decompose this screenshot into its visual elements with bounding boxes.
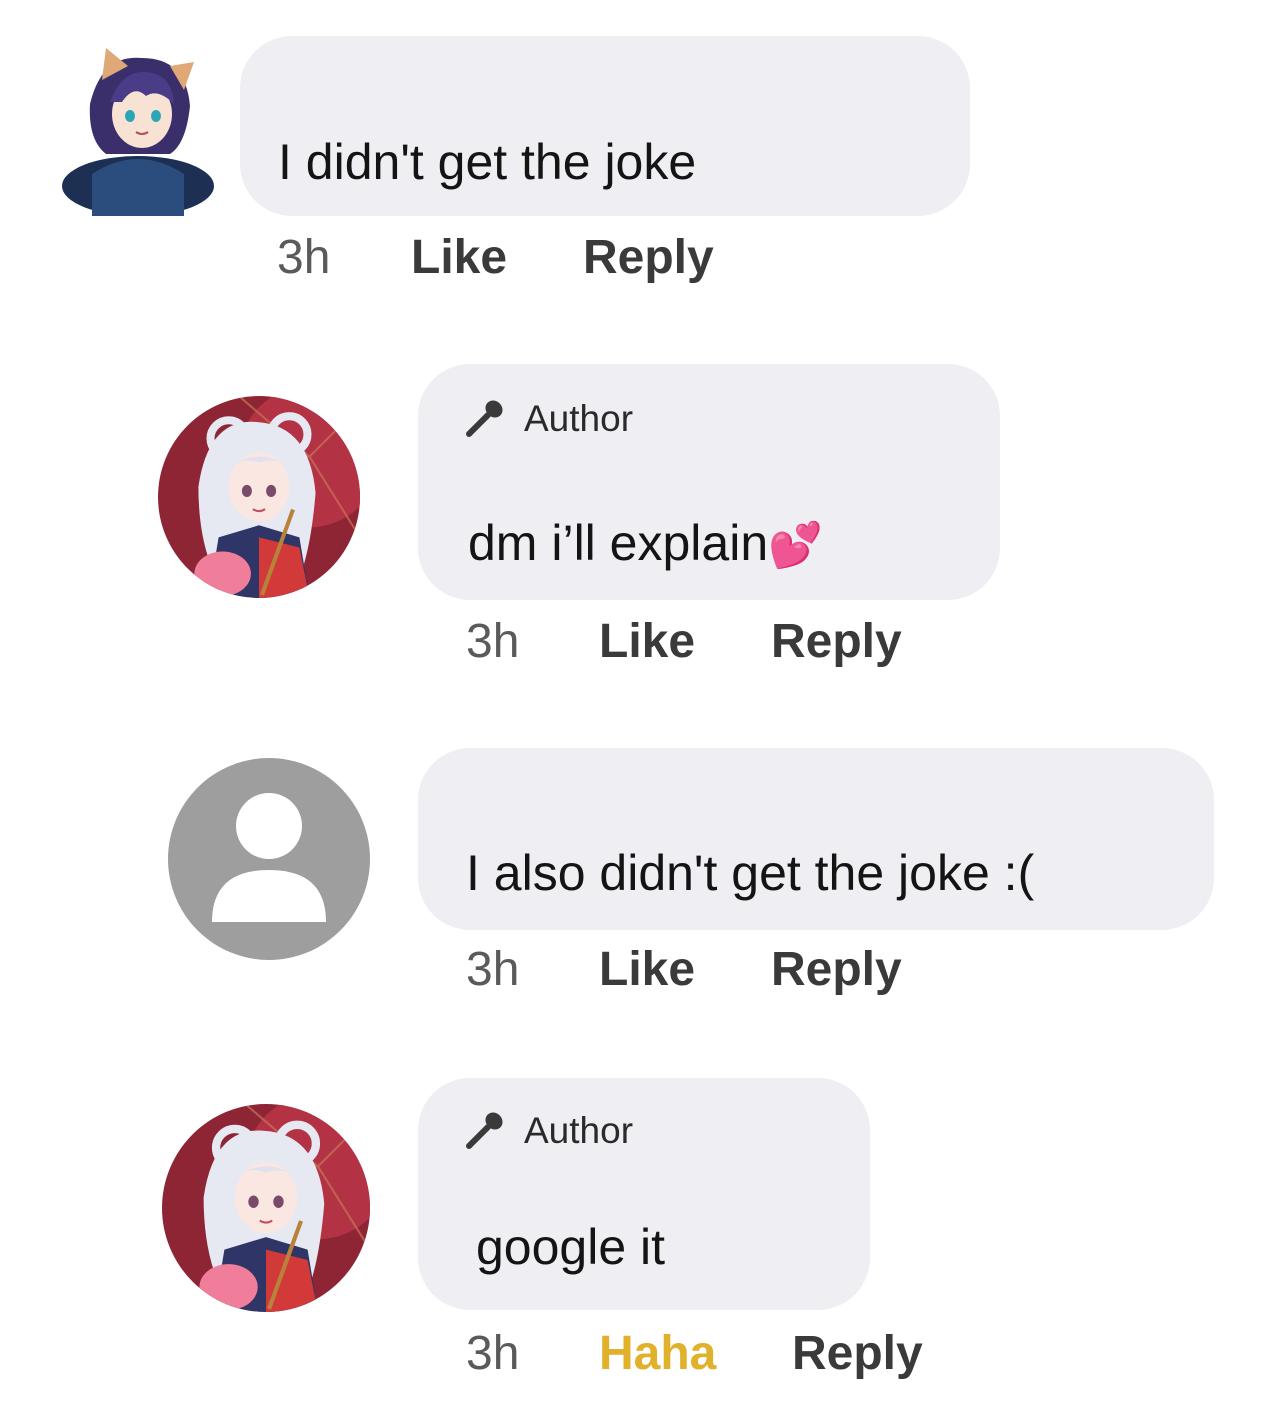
two-hearts-emoji: 💕 — [768, 521, 823, 570]
microphone-icon — [466, 1112, 503, 1149]
author-label: Author — [524, 1110, 634, 1151]
comment-time: 3h — [277, 231, 331, 284]
anime-boy-avatar — [62, 48, 214, 216]
anime-girl-avatar — [162, 1104, 370, 1312]
comment-actions: 3h Like Reply — [466, 614, 902, 669]
user-avatar[interactable] — [168, 758, 370, 960]
comment-text: I also didn't get the joke :( — [466, 845, 1035, 901]
reply-button[interactable]: Reply — [792, 1326, 923, 1381]
comment-bubble[interactable] — [418, 748, 1214, 930]
default-user-icon — [212, 793, 326, 922]
comment-text: dm i’ll explain💕 — [468, 518, 823, 568]
comment-actions: 3h Like Reply — [466, 942, 902, 997]
like-button[interactable]: Like — [411, 230, 583, 285]
comment-time: 3h — [466, 615, 520, 668]
reply-button[interactable]: Reply — [771, 942, 902, 997]
like-button[interactable]: Like — [599, 614, 771, 669]
author-badge: Author — [464, 398, 633, 440]
author-avatar[interactable] — [158, 396, 360, 598]
reply-button[interactable]: Reply — [583, 230, 714, 285]
reply-button[interactable]: Reply — [771, 614, 902, 669]
comment-actions: 3h Like Reply — [277, 230, 714, 285]
author-avatar[interactable] — [162, 1104, 370, 1312]
anime-girl-avatar — [158, 396, 360, 598]
comment-text: I didn't get the joke — [278, 134, 697, 190]
author-label: Author — [524, 398, 634, 439]
comment-time: 3h — [466, 1327, 520, 1380]
comment-actions: 3h Haha Reply — [466, 1326, 923, 1381]
microphone-icon — [466, 400, 503, 437]
haha-reaction-button[interactable]: Haha — [599, 1326, 792, 1381]
comment-text: google it — [476, 1219, 666, 1275]
user-avatar[interactable] — [62, 44, 214, 216]
like-button[interactable]: Like — [599, 942, 771, 997]
comment-time: 3h — [466, 943, 520, 996]
author-badge: Author — [464, 1110, 633, 1152]
comment-message: dm i’ll explain — [468, 515, 769, 571]
